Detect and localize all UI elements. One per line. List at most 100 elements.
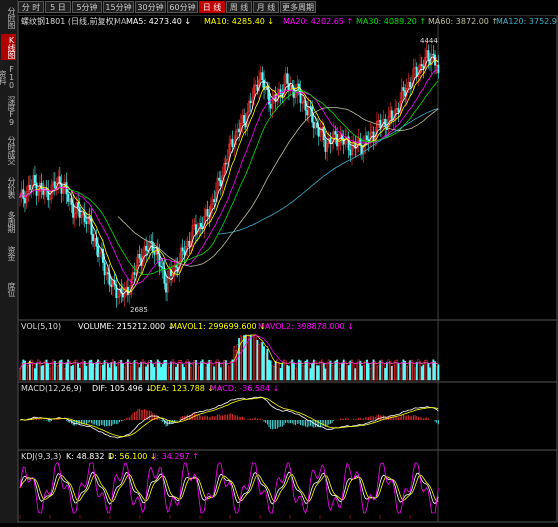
toolbar-item-f10[interactable]: F10资料	[0, 62, 16, 92]
tab-weekly[interactable]: 周 线	[226, 1, 252, 13]
volume-bar	[27, 365, 30, 381]
volume-bar	[273, 365, 275, 381]
volume-bar	[390, 366, 393, 381]
volume-bar	[302, 365, 305, 381]
volume-bar	[385, 362, 388, 381]
volume-bar	[193, 359, 196, 381]
volume-bar	[337, 362, 340, 381]
volume-bar	[32, 362, 35, 381]
volume-bar	[364, 360, 367, 381]
volume-bar	[437, 364, 440, 381]
tab-timeshare[interactable]: 分 时	[18, 1, 44, 13]
candle-body	[266, 87, 269, 90]
volume-bar	[25, 365, 28, 381]
candle-body	[67, 193, 70, 202]
candle-body	[150, 241, 153, 243]
volume-bar	[349, 360, 352, 381]
toolbar-item-tick[interactable]: 分时成交	[1, 132, 16, 168]
volume-bar	[301, 365, 304, 381]
candle-body	[427, 50, 430, 61]
toolbar-item-timeshare[interactable]: 分时图	[1, 2, 16, 32]
volume-bar	[199, 361, 202, 381]
volume-bar	[304, 360, 307, 381]
volume-bar	[146, 364, 149, 381]
volume-bar	[80, 362, 83, 381]
volume-bar	[214, 361, 217, 381]
volume-bar	[284, 360, 287, 381]
volume-bar	[206, 363, 209, 381]
candle-body	[309, 106, 312, 108]
macd-indicator	[19, 396, 439, 439]
volume-bar	[42, 365, 45, 381]
volume-bar	[261, 342, 264, 381]
kdj-indicator	[19, 462, 439, 514]
toolbar-item-funds[interactable]: 资金	[1, 242, 16, 264]
volume-bar	[151, 363, 154, 381]
volume-bar	[185, 361, 187, 381]
volume-bar	[243, 335, 246, 381]
candle-body	[29, 184, 31, 190]
ma5-readout: MA5: 4273.40 ↓	[126, 17, 191, 26]
volume-bar	[238, 338, 241, 381]
ma10-readout: MA10: 4285.40 ↓	[204, 17, 274, 26]
ma10-line	[19, 60, 439, 293]
ma120-readout: MA120: 3752.97 ↑	[496, 17, 558, 26]
toolbar-item-price-table[interactable]: 分价表	[1, 172, 16, 202]
volume-bar	[422, 364, 425, 381]
candle-body	[24, 198, 26, 204]
candle-body	[85, 221, 88, 225]
volume-bar	[271, 364, 274, 381]
tab-15min[interactable]: 15分钟	[103, 1, 134, 13]
volume-bar	[140, 361, 143, 381]
volume-bar	[125, 361, 128, 381]
volume-bar	[399, 367, 402, 381]
volume-bar	[429, 367, 431, 381]
volume-bar	[274, 360, 277, 381]
tab-daily[interactable]: 日 线	[199, 1, 225, 13]
volume-bar	[131, 364, 134, 381]
volume-bar	[434, 361, 436, 381]
tab-more-periods[interactable]: 更多周期	[280, 1, 316, 13]
chart-area: 螺纹钢1801 (日线,前复权) MA MA5: 4273.40 ↓ MA10:…	[17, 14, 558, 523]
volume-bar	[259, 341, 262, 381]
volume-bar	[294, 368, 297, 381]
volume-bar	[233, 346, 236, 381]
toolbar-item-kline[interactable]: K线图	[1, 34, 16, 60]
instrument-title: 螺纹钢1801 (日线,前复权)	[21, 16, 117, 26]
kline-chart[interactable]: 螺纹钢1801 (日线,前复权) MA MA5: 4273.40 ↓ MA10:…	[17, 14, 558, 523]
volume-bar	[103, 360, 106, 381]
volume-bar	[258, 344, 261, 381]
volume-bar	[344, 360, 347, 381]
volume-bar	[374, 360, 377, 381]
tab-monthly[interactable]: 月 线	[253, 1, 279, 13]
tab-5day[interactable]: 5 日	[45, 1, 71, 13]
candle-body	[78, 207, 81, 218]
tab-60min[interactable]: 60分钟	[167, 1, 198, 13]
tab-30min[interactable]: 30分钟	[135, 1, 166, 13]
candle-body	[286, 73, 289, 84]
volume-bar	[256, 340, 259, 381]
chart-window: 分时图 K线图 F10资料 深度F9 分时成交 分价表 多周期 资金 席位 分 …	[0, 0, 558, 523]
candle-body	[133, 272, 136, 275]
volume-bar	[178, 360, 181, 381]
candle-body	[420, 63, 423, 67]
volume-bar	[160, 366, 163, 381]
tab-5min[interactable]: 5分钟	[72, 1, 102, 13]
volume-bar	[346, 365, 348, 381]
volume-bar	[419, 361, 422, 381]
volume-bar	[38, 360, 41, 381]
volume-bar	[307, 362, 310, 381]
toolbar-item-multi-period[interactable]: 多周期	[1, 206, 16, 236]
candle-body	[165, 283, 168, 293]
volume-bar	[188, 361, 191, 381]
volume-bar	[183, 366, 186, 381]
volume-bar	[168, 366, 171, 381]
volume-bar	[123, 367, 126, 381]
toolbar-item-depth[interactable]: 深度F9	[1, 96, 16, 126]
mavol1-readout: MAVOL1: 299699.600 ↓	[170, 322, 266, 331]
volume-bar	[415, 362, 418, 381]
macd-panel-header: MACD(12,26,9) DIF: 105.496 ↓ DEA: 123.78…	[21, 384, 279, 393]
toolbar-item-seats[interactable]: 席位	[1, 278, 16, 300]
volume-bar	[326, 362, 329, 381]
volume-bar	[191, 363, 194, 381]
